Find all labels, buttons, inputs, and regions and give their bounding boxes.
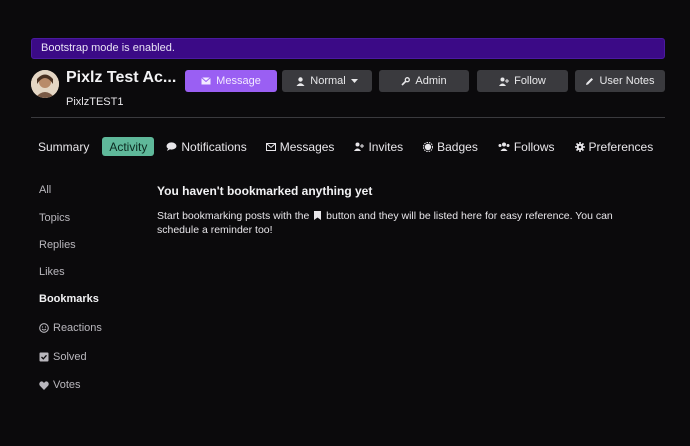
sidebar-item-label: Reactions — [53, 322, 102, 334]
tab-activity[interactable]: Activity — [102, 137, 155, 156]
admin-button[interactable]: Admin — [379, 70, 469, 92]
sidebar-item-solved[interactable]: Solved — [39, 351, 87, 363]
user-plus-icon — [499, 77, 510, 86]
tab-badges[interactable]: Badges — [423, 137, 478, 156]
message-button[interactable]: Message — [185, 70, 277, 92]
sidebar-item-reactions[interactable]: Reactions — [39, 322, 102, 334]
top-frame — [0, 0, 690, 14]
comment-icon — [166, 142, 177, 151]
users-icon — [498, 142, 510, 151]
tab-label: Follows — [513, 139, 555, 154]
empty-state-title: You haven't bookmarked anything yet — [157, 184, 373, 198]
message-label: Message — [216, 75, 261, 87]
profile-display-name: Pixlz Test Ac... — [66, 69, 177, 86]
sidebar-item-replies[interactable]: Replies — [39, 239, 76, 251]
tab-label: Summary — [38, 139, 90, 154]
sidebar-item-label: Solved — [53, 351, 87, 363]
tab-invites[interactable]: Invites — [354, 137, 403, 156]
user-notes-button[interactable]: User Notes — [575, 70, 665, 92]
check-square-icon — [39, 352, 49, 362]
tab-label: Notifications — [181, 139, 247, 154]
sidebar-item-votes[interactable]: Votes — [39, 379, 81, 391]
bookmark-icon — [314, 211, 322, 220]
sidebar-item-all[interactable]: All — [39, 184, 51, 196]
normal-dropdown-button[interactable]: Normal — [282, 70, 372, 92]
user-notes-label: User Notes — [599, 75, 655, 87]
pencil-icon — [586, 77, 594, 85]
smile-icon — [39, 323, 49, 333]
sidebar-item-topics[interactable]: Topics — [39, 212, 70, 224]
header-divider — [31, 117, 665, 118]
follow-button[interactable]: Follow — [477, 70, 568, 92]
tab-messages[interactable]: Messages — [265, 137, 335, 156]
avatar[interactable] — [31, 70, 59, 98]
sidebar-item-label: Bookmarks — [39, 293, 99, 305]
sidebar-item-likes[interactable]: Likes — [39, 266, 65, 278]
empty-state-body: Start bookmarking posts with the button … — [157, 209, 657, 237]
heart-icon — [39, 380, 49, 390]
normal-label: Normal — [310, 75, 346, 87]
bootstrap-banner: Bootstrap mode is enabled. — [31, 38, 665, 59]
tab-notifications[interactable]: Notifications — [166, 137, 247, 156]
follow-label: Follow — [514, 75, 546, 87]
tab-label: Messages — [279, 139, 335, 154]
tab-label: Invites — [368, 139, 404, 154]
certificate-icon — [423, 141, 434, 152]
user-plus-icon — [354, 142, 365, 151]
sidebar-item-bookmarks[interactable]: Bookmarks — [39, 293, 99, 305]
empty-state-text-before: Start bookmarking posts with the — [157, 210, 310, 222]
wrench-icon — [401, 76, 411, 86]
admin-label: Admin — [415, 75, 447, 87]
user-icon — [296, 76, 305, 86]
sidebar-item-label: Replies — [39, 239, 76, 251]
profile-username: PixlzTEST1 — [66, 96, 124, 108]
tab-label: Preferences — [588, 139, 654, 154]
tab-preferences[interactable]: Preferences — [574, 137, 654, 156]
tab-summary[interactable]: Summary — [38, 137, 89, 156]
tab-label: Badges — [437, 139, 478, 154]
tab-label: Activity — [109, 139, 148, 154]
sidebar-item-label: Votes — [53, 379, 81, 391]
envelope-icon — [265, 142, 276, 151]
tab-follows[interactable]: Follows — [498, 137, 555, 156]
sidebar-item-label: Topics — [39, 212, 71, 224]
sidebar-item-label: Likes — [39, 266, 65, 278]
gear-icon — [574, 141, 585, 152]
sidebar-item-label: All — [39, 184, 52, 196]
caret-down-icon — [350, 79, 358, 83]
profile-nav: Summary Activity Notifications Messages … — [31, 137, 653, 156]
envelope-icon — [201, 77, 212, 85]
